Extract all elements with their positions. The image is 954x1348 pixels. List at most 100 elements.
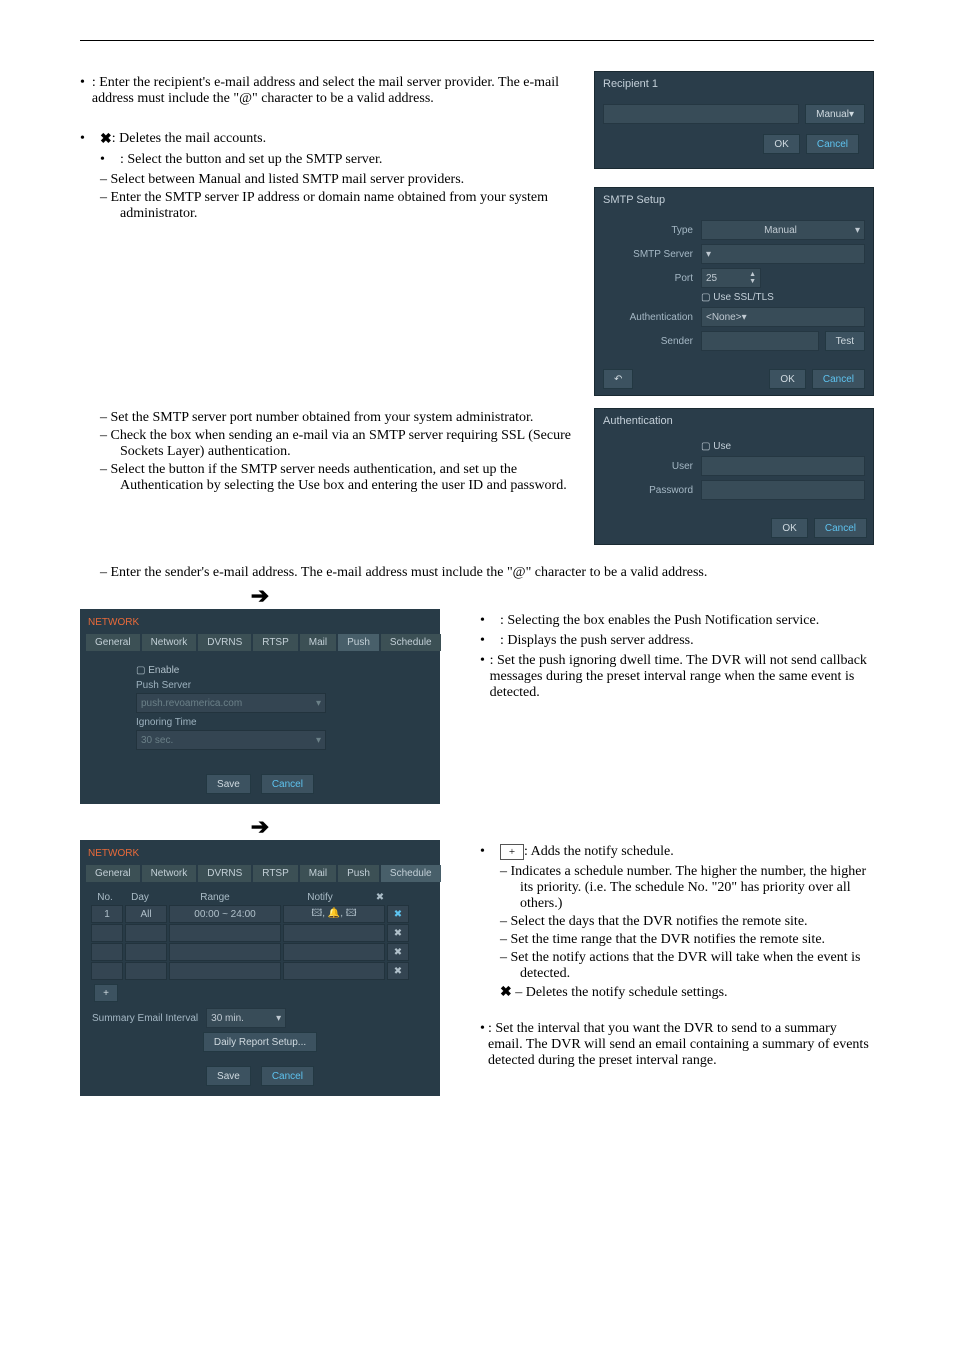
body-text: – Select between Manual and listed SMTP …: [80, 172, 574, 188]
port-field[interactable]: 25▲▼: [701, 268, 761, 288]
body-text: – Enter the sender's e-mail address. The…: [80, 565, 874, 581]
ok-button[interactable]: OK: [769, 369, 805, 389]
arrow-icon: ➔: [80, 583, 440, 609]
tab-dvrns[interactable]: DVRNS: [198, 634, 251, 651]
body-text: – Check the box when sending an e-mail v…: [80, 428, 574, 460]
table-row: ✖: [90, 924, 430, 942]
cancel-button[interactable]: Cancel: [812, 369, 865, 389]
body-text: : Displays the push server address.: [500, 633, 694, 649]
smtp-dialog: SMTP Setup TypeManual▾ SMTP Server▾ Port…: [594, 187, 874, 396]
back-button[interactable]: ↶: [603, 369, 633, 389]
dialog-title: SMTP Setup: [595, 188, 873, 212]
body-text: : Selecting the box enables the Push Not…: [500, 613, 819, 629]
field-label: User: [603, 461, 701, 472]
panel-heading: NETWORK: [88, 848, 434, 859]
delete-icon: ✖: [500, 985, 515, 1000]
enable-checkbox[interactable]: ▢ Enable: [136, 665, 424, 676]
tab-mail[interactable]: Mail: [300, 634, 336, 651]
body-text: – Deletes the notify schedule settings.: [515, 985, 727, 1000]
field-label: Ignoring Time: [136, 717, 424, 728]
push-server-field[interactable]: push.revoamerica.com▾: [136, 693, 326, 713]
use-checkbox[interactable]: ▢ Use: [701, 441, 731, 452]
panel-heading: NETWORK: [88, 617, 434, 628]
auth-field[interactable]: <None>▾: [701, 307, 865, 327]
recipient-dialog: Recipient 1 Manual ▾ OK Cancel: [594, 71, 874, 169]
ignoring-time-field[interactable]: 30 sec.▾: [136, 730, 326, 750]
field-label: Push Server: [136, 680, 424, 691]
field-label: Password: [603, 485, 701, 496]
cancel-button[interactable]: Cancel: [806, 134, 859, 154]
cell-range[interactable]: 00:00 ~ 24:00: [169, 905, 281, 923]
body-text: – Set the SMTP server port number obtain…: [80, 410, 574, 426]
delete-row-icon[interactable]: ✖: [387, 905, 409, 923]
tab-schedule[interactable]: Schedule: [381, 865, 441, 882]
tab-general[interactable]: General: [86, 634, 140, 651]
col-header: Notify: [270, 892, 370, 903]
ssl-checkbox[interactable]: ▢ Use SSL/TLS: [701, 292, 774, 303]
field-label: SMTP Server: [603, 249, 701, 260]
dialog-title: Recipient 1: [595, 72, 873, 96]
delete-icon: ✖: [100, 131, 112, 148]
body-text: : Adds the notify schedule.: [524, 844, 674, 860]
cell-notify[interactable]: 🖾, 🔔, 🖾: [283, 905, 385, 923]
tab-push[interactable]: Push: [338, 634, 379, 651]
sender-field[interactable]: [701, 331, 819, 351]
network-schedule-panel: NETWORK General Network DVRNS RTSP Mail …: [80, 840, 440, 1096]
field-label: Sender: [603, 336, 701, 347]
col-header: Day: [120, 892, 160, 903]
tab-general[interactable]: General: [86, 865, 140, 882]
tab-network[interactable]: Network: [142, 634, 197, 651]
body-text: – Set the time range that the DVR notifi…: [480, 932, 874, 948]
tab-rtsp[interactable]: RTSP: [253, 865, 298, 882]
dialog-title: Authentication: [595, 409, 873, 433]
delete-row-icon: ✖: [387, 924, 409, 942]
col-header: ✖: [370, 892, 390, 903]
delete-row-icon: ✖: [387, 962, 409, 980]
body-text: : Select the button and set up the SMTP …: [120, 152, 382, 168]
tab-schedule[interactable]: Schedule: [381, 634, 441, 651]
col-header: No.: [90, 892, 120, 903]
tab-mail[interactable]: Mail: [300, 865, 336, 882]
field-label: Port: [603, 273, 701, 284]
delete-row-icon: ✖: [387, 943, 409, 961]
auth-dialog: Authentication ▢ Use User Password OK Ca…: [594, 408, 874, 545]
network-push-panel: NETWORK General Network DVRNS RTSP Mail …: [80, 609, 440, 804]
cell-day[interactable]: All: [125, 905, 167, 923]
recipient-field[interactable]: [603, 104, 799, 124]
cancel-button[interactable]: Cancel: [261, 1066, 314, 1086]
body-text: – Enter the SMTP server IP address or do…: [80, 190, 574, 222]
password-field[interactable]: [701, 480, 865, 500]
col-header: Range: [160, 892, 270, 903]
tab-network[interactable]: Network: [142, 865, 197, 882]
body-text: – Select the days that the DVR notifies …: [480, 914, 874, 930]
arrow-icon: ➔: [80, 814, 440, 840]
body-text: : Set the push ignoring dwell time. The …: [490, 653, 874, 701]
save-button[interactable]: Save: [206, 1066, 251, 1086]
body-text: – Select the button if the SMTP server n…: [80, 462, 574, 494]
cancel-button[interactable]: Cancel: [814, 518, 867, 538]
server-field[interactable]: ▾: [701, 244, 865, 264]
tab-rtsp[interactable]: RTSP: [253, 634, 298, 651]
body-text: : Set the interval that you want the DVR…: [488, 1021, 874, 1069]
field-label: Type: [603, 225, 701, 236]
tab-dvrns[interactable]: DVRNS: [198, 865, 251, 882]
cell-no: 1: [91, 905, 123, 923]
summary-interval-field[interactable]: 30 min.▾: [206, 1008, 286, 1028]
cancel-button[interactable]: Cancel: [261, 774, 314, 794]
ok-button[interactable]: OK: [763, 134, 799, 154]
table-row: ✖: [90, 962, 430, 980]
field-label: Summary Email Interval: [92, 1013, 198, 1024]
daily-report-button[interactable]: Daily Report Setup...: [203, 1032, 317, 1052]
manual-dropdown[interactable]: Manual ▾: [805, 104, 865, 124]
body-text: : Deletes the mail accounts.: [112, 131, 266, 148]
plus-icon: +: [500, 844, 524, 860]
add-schedule-button[interactable]: +: [94, 984, 118, 1002]
tab-push[interactable]: Push: [338, 865, 379, 882]
table-row: 1 All 00:00 ~ 24:00 🖾, 🔔, 🖾 ✖: [90, 905, 430, 923]
ok-button[interactable]: OK: [771, 518, 807, 538]
table-row: ✖: [90, 943, 430, 961]
type-field[interactable]: Manual▾: [701, 220, 865, 240]
save-button[interactable]: Save: [206, 774, 251, 794]
test-button[interactable]: Test: [825, 331, 865, 351]
user-field[interactable]: [701, 456, 865, 476]
